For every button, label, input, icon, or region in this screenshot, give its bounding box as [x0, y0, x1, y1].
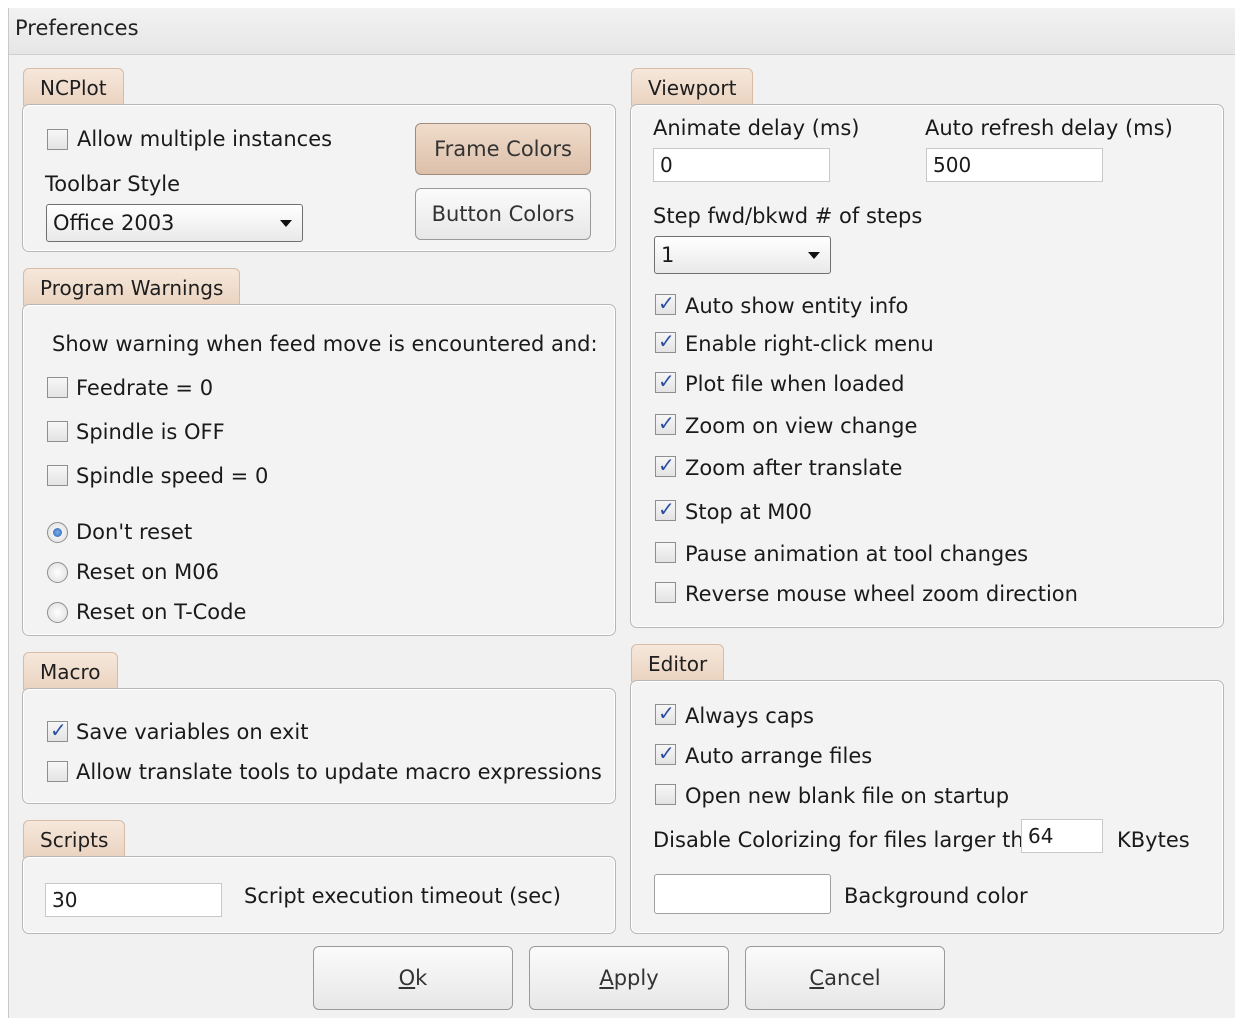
allow-multiple-checkbox[interactable] [47, 129, 68, 150]
steps-select[interactable]: 1 [654, 236, 831, 274]
always-caps-checkbox[interactable] [655, 701, 676, 725]
cancel-label-rest: ancel [824, 966, 881, 990]
spindle-speed-checkbox[interactable] [47, 465, 68, 486]
apply-button[interactable]: Apply [529, 946, 729, 1010]
auto-refresh-input[interactable]: 500 [926, 148, 1103, 182]
steps-value: 1 [661, 243, 675, 267]
reset-tcode-label: Reset on T-Code [76, 600, 247, 624]
tab-viewport: Viewport [631, 68, 754, 106]
feedrate-label: Feedrate = 0 [76, 376, 214, 400]
background-color-button[interactable] [654, 874, 831, 914]
reverse-wheel-checkbox[interactable] [655, 582, 676, 603]
zoom-translate-label: Zoom after translate [685, 456, 903, 480]
spindle-off-checkbox[interactable] [47, 421, 68, 442]
dont-reset-label: Don't reset [76, 520, 193, 544]
save-variables-checkbox[interactable] [47, 718, 68, 742]
auto-show-checkbox[interactable] [655, 291, 676, 315]
background-color-label: Background color [844, 884, 1028, 908]
apply-hotkey: A [599, 966, 614, 990]
tab-program-warnings: Program Warnings [23, 268, 241, 306]
allow-multiple-label: Allow multiple instances [77, 127, 333, 151]
feedrate-checkbox[interactable] [47, 377, 68, 398]
reset-m06-radio[interactable] [47, 562, 68, 583]
cancel-hotkey: C [809, 966, 825, 990]
colorize-label: Disable Colorizing for files larger than [653, 828, 1050, 852]
tab-macro: Macro [23, 652, 118, 690]
allow-translate-label: Allow translate tools to update macro ex… [76, 760, 602, 784]
tab-ncplot: NCPlot [23, 68, 124, 106]
tab-scripts: Scripts [23, 820, 126, 858]
allow-translate-checkbox[interactable] [47, 761, 68, 782]
steps-label: Step fwd/bkwd # of steps [653, 204, 923, 228]
button-colors-button[interactable]: Button Colors [415, 188, 591, 240]
plot-loaded-label: Plot file when loaded [685, 372, 905, 396]
toolbar-style-label: Toolbar Style [45, 172, 181, 196]
auto-arrange-checkbox[interactable] [655, 741, 676, 765]
colorize-size-input[interactable]: 64 [1021, 819, 1103, 853]
auto-show-label: Auto show entity info [685, 294, 909, 318]
ok-label-rest: k [415, 966, 428, 990]
apply-label-rest: pply [613, 966, 659, 990]
auto-arrange-label: Auto arrange files [685, 744, 873, 768]
cancel-button[interactable]: Cancel [745, 946, 945, 1010]
spindle-off-label: Spindle is OFF [76, 420, 225, 444]
reverse-wheel-label: Reverse mouse wheel zoom direction [685, 582, 1078, 606]
animate-delay-label: Animate delay (ms) [653, 116, 860, 140]
spindle-speed-label: Spindle speed = 0 [76, 464, 269, 488]
always-caps-label: Always caps [685, 704, 814, 728]
stop-m00-label: Stop at M00 [685, 500, 813, 524]
tab-editor: Editor [631, 644, 725, 682]
title-bar: Preferences [9, 8, 1235, 55]
frame-colors-button[interactable]: Frame Colors [415, 123, 591, 175]
zoom-view-checkbox[interactable] [655, 411, 676, 435]
window-title: Preferences [15, 16, 139, 40]
stop-m00-checkbox[interactable] [655, 497, 676, 521]
chevron-down-icon [280, 220, 292, 227]
ok-button[interactable]: Ok [313, 946, 513, 1010]
preferences-window: Preferences NCPlot Allow multiple instan… [8, 8, 1235, 1018]
open-blank-checkbox[interactable] [655, 784, 676, 805]
auto-refresh-label: Auto refresh delay (ms) [925, 116, 1173, 140]
script-timeout-label: Script execution timeout (sec) [244, 884, 561, 908]
reset-tcode-radio[interactable] [47, 602, 68, 623]
plot-loaded-checkbox[interactable] [655, 369, 676, 393]
dont-reset-radio[interactable] [47, 522, 68, 543]
open-blank-label: Open new blank file on startup [685, 784, 1010, 808]
ok-hotkey: O [398, 966, 416, 990]
group-macro [22, 688, 616, 804]
warnings-intro: Show warning when feed move is encounter… [52, 332, 598, 356]
right-click-label: Enable right-click menu [685, 332, 934, 356]
chevron-down-icon [808, 252, 820, 259]
toolbar-style-value: Office 2003 [53, 211, 175, 235]
animate-delay-input[interactable]: 0 [653, 148, 830, 182]
toolbar-style-select[interactable]: Office 2003 [46, 204, 303, 242]
colorize-unit: KBytes [1117, 828, 1190, 852]
script-timeout-input[interactable]: 30 [45, 883, 222, 917]
pause-animation-checkbox[interactable] [655, 542, 676, 563]
zoom-translate-checkbox[interactable] [655, 453, 676, 477]
right-click-checkbox[interactable] [655, 329, 676, 353]
reset-m06-label: Reset on M06 [76, 560, 220, 584]
zoom-view-label: Zoom on view change [685, 414, 918, 438]
save-variables-label: Save variables on exit [76, 720, 309, 744]
pause-animation-label: Pause animation at tool changes [685, 542, 1029, 566]
